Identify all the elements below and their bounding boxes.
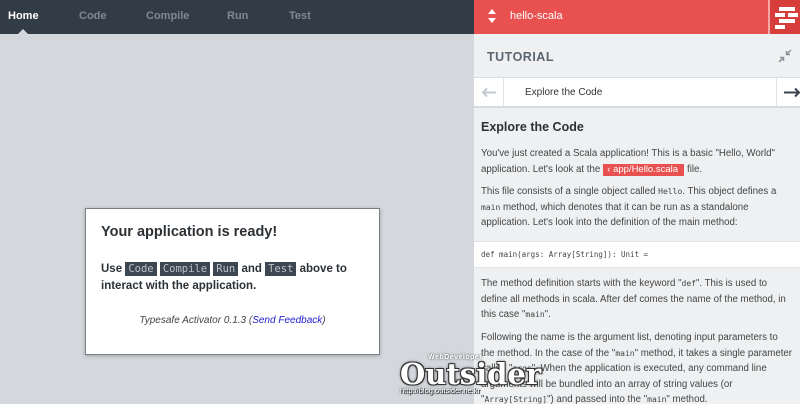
p2-text-b: . This object defines a [682,186,777,197]
p4-code-main: main [615,348,635,358]
top-nav: Home Code Compile Run Test [0,0,474,34]
p3-text-c: ". [544,309,551,320]
chip-run: Run [213,262,239,276]
tab-run-label: Run [227,10,249,22]
code-line: def main(args: Array[String]): Unit = [481,250,649,259]
watermark-url: http://blog.outsider.ne.kr [400,386,481,395]
file-link-label: app/Hello.scala [613,163,679,175]
chip-test: Test [265,262,297,276]
ready-card: Your application is ready! Use Code Comp… [85,208,380,355]
tab-compile-label: Compile [146,10,190,22]
activator-text: Typesafe Activator 0.1.3 ( [139,315,253,326]
tab-home[interactable]: Home [8,0,39,34]
ready-title: Your application is ready! [101,224,278,240]
tutorial-paragraph-1: You've just created a Scala application!… [481,146,793,177]
p4-text-d: ") and passed into the " [547,394,648,404]
tutorial-title: TUTORIAL [487,50,554,64]
chip-compile: Compile [159,262,211,276]
next-page-button[interactable] [776,78,800,107]
p2-code-hello: Hello [658,187,683,196]
file-link-chip[interactable]: ‹ app/Hello.scala [603,163,685,176]
ready-instructions: Use Code Compile Run and Test above to [101,261,347,278]
project-name[interactable]: hello-scala [510,10,563,22]
tutorial-paragraph-3: The method definition starts with the ke… [481,276,793,323]
tutorial-paragraph-2: This file consists of a single object ca… [481,184,793,231]
activator-close: ) [322,315,326,326]
chip-code: Code [125,262,157,276]
arrow-left-icon [481,87,496,98]
instructions-suffix: above to [299,263,347,275]
instructions-line2: interact with the application. [101,280,257,292]
instructions-prefix: Use [101,263,123,275]
tab-test[interactable]: Test [289,0,311,34]
tab-compile[interactable]: Compile [146,0,189,34]
tab-code[interactable]: Code [79,0,107,34]
prev-page-button[interactable] [474,78,504,107]
typesafe-logo-icon [768,0,800,34]
instructions-and: and [241,263,262,275]
tutorial-page-title: Explore the Code [525,87,603,98]
p4-text-e: " method. [666,394,708,404]
tutorial-nav: Explore the Code [474,78,800,107]
tab-run[interactable]: Run [227,0,248,34]
activator-version: Typesafe Activator 0.1.3 (Send Feedback) [86,315,379,326]
tab-home-label: Home [8,10,39,22]
code-block: def main(args: Array[String]): Unit = [474,241,800,268]
arrow-right-icon [784,87,800,98]
p3-code-main: main [525,310,545,319]
p3-text-a: The method definition starts with the ke… [481,278,682,289]
p4-code-main-2: main [647,395,667,404]
p2-text-a: This file consists of a single object ca… [481,186,656,197]
project-bar: hello-scala [474,0,800,34]
watermark: Outsider WebDeveloper http://blog.outsid… [398,354,541,402]
p3-code-def: def [681,279,696,288]
p2-code-main: main [481,202,501,212]
p2-text-c: method, which denotes that it can be run… [481,201,749,229]
project-switch-arrows-icon[interactable] [487,9,497,27]
p1-text-b: file. [687,163,703,175]
send-feedback-link[interactable]: Send Feedback [252,315,322,326]
tutorial-header: TUTORIAL [474,34,800,78]
tab-code-label: Code [79,10,107,22]
watermark-sub: WebDeveloper [428,354,483,361]
tutorial-heading: Explore the Code [481,120,584,134]
collapse-icon[interactable] [778,49,792,63]
tab-test-label: Test [289,10,311,22]
